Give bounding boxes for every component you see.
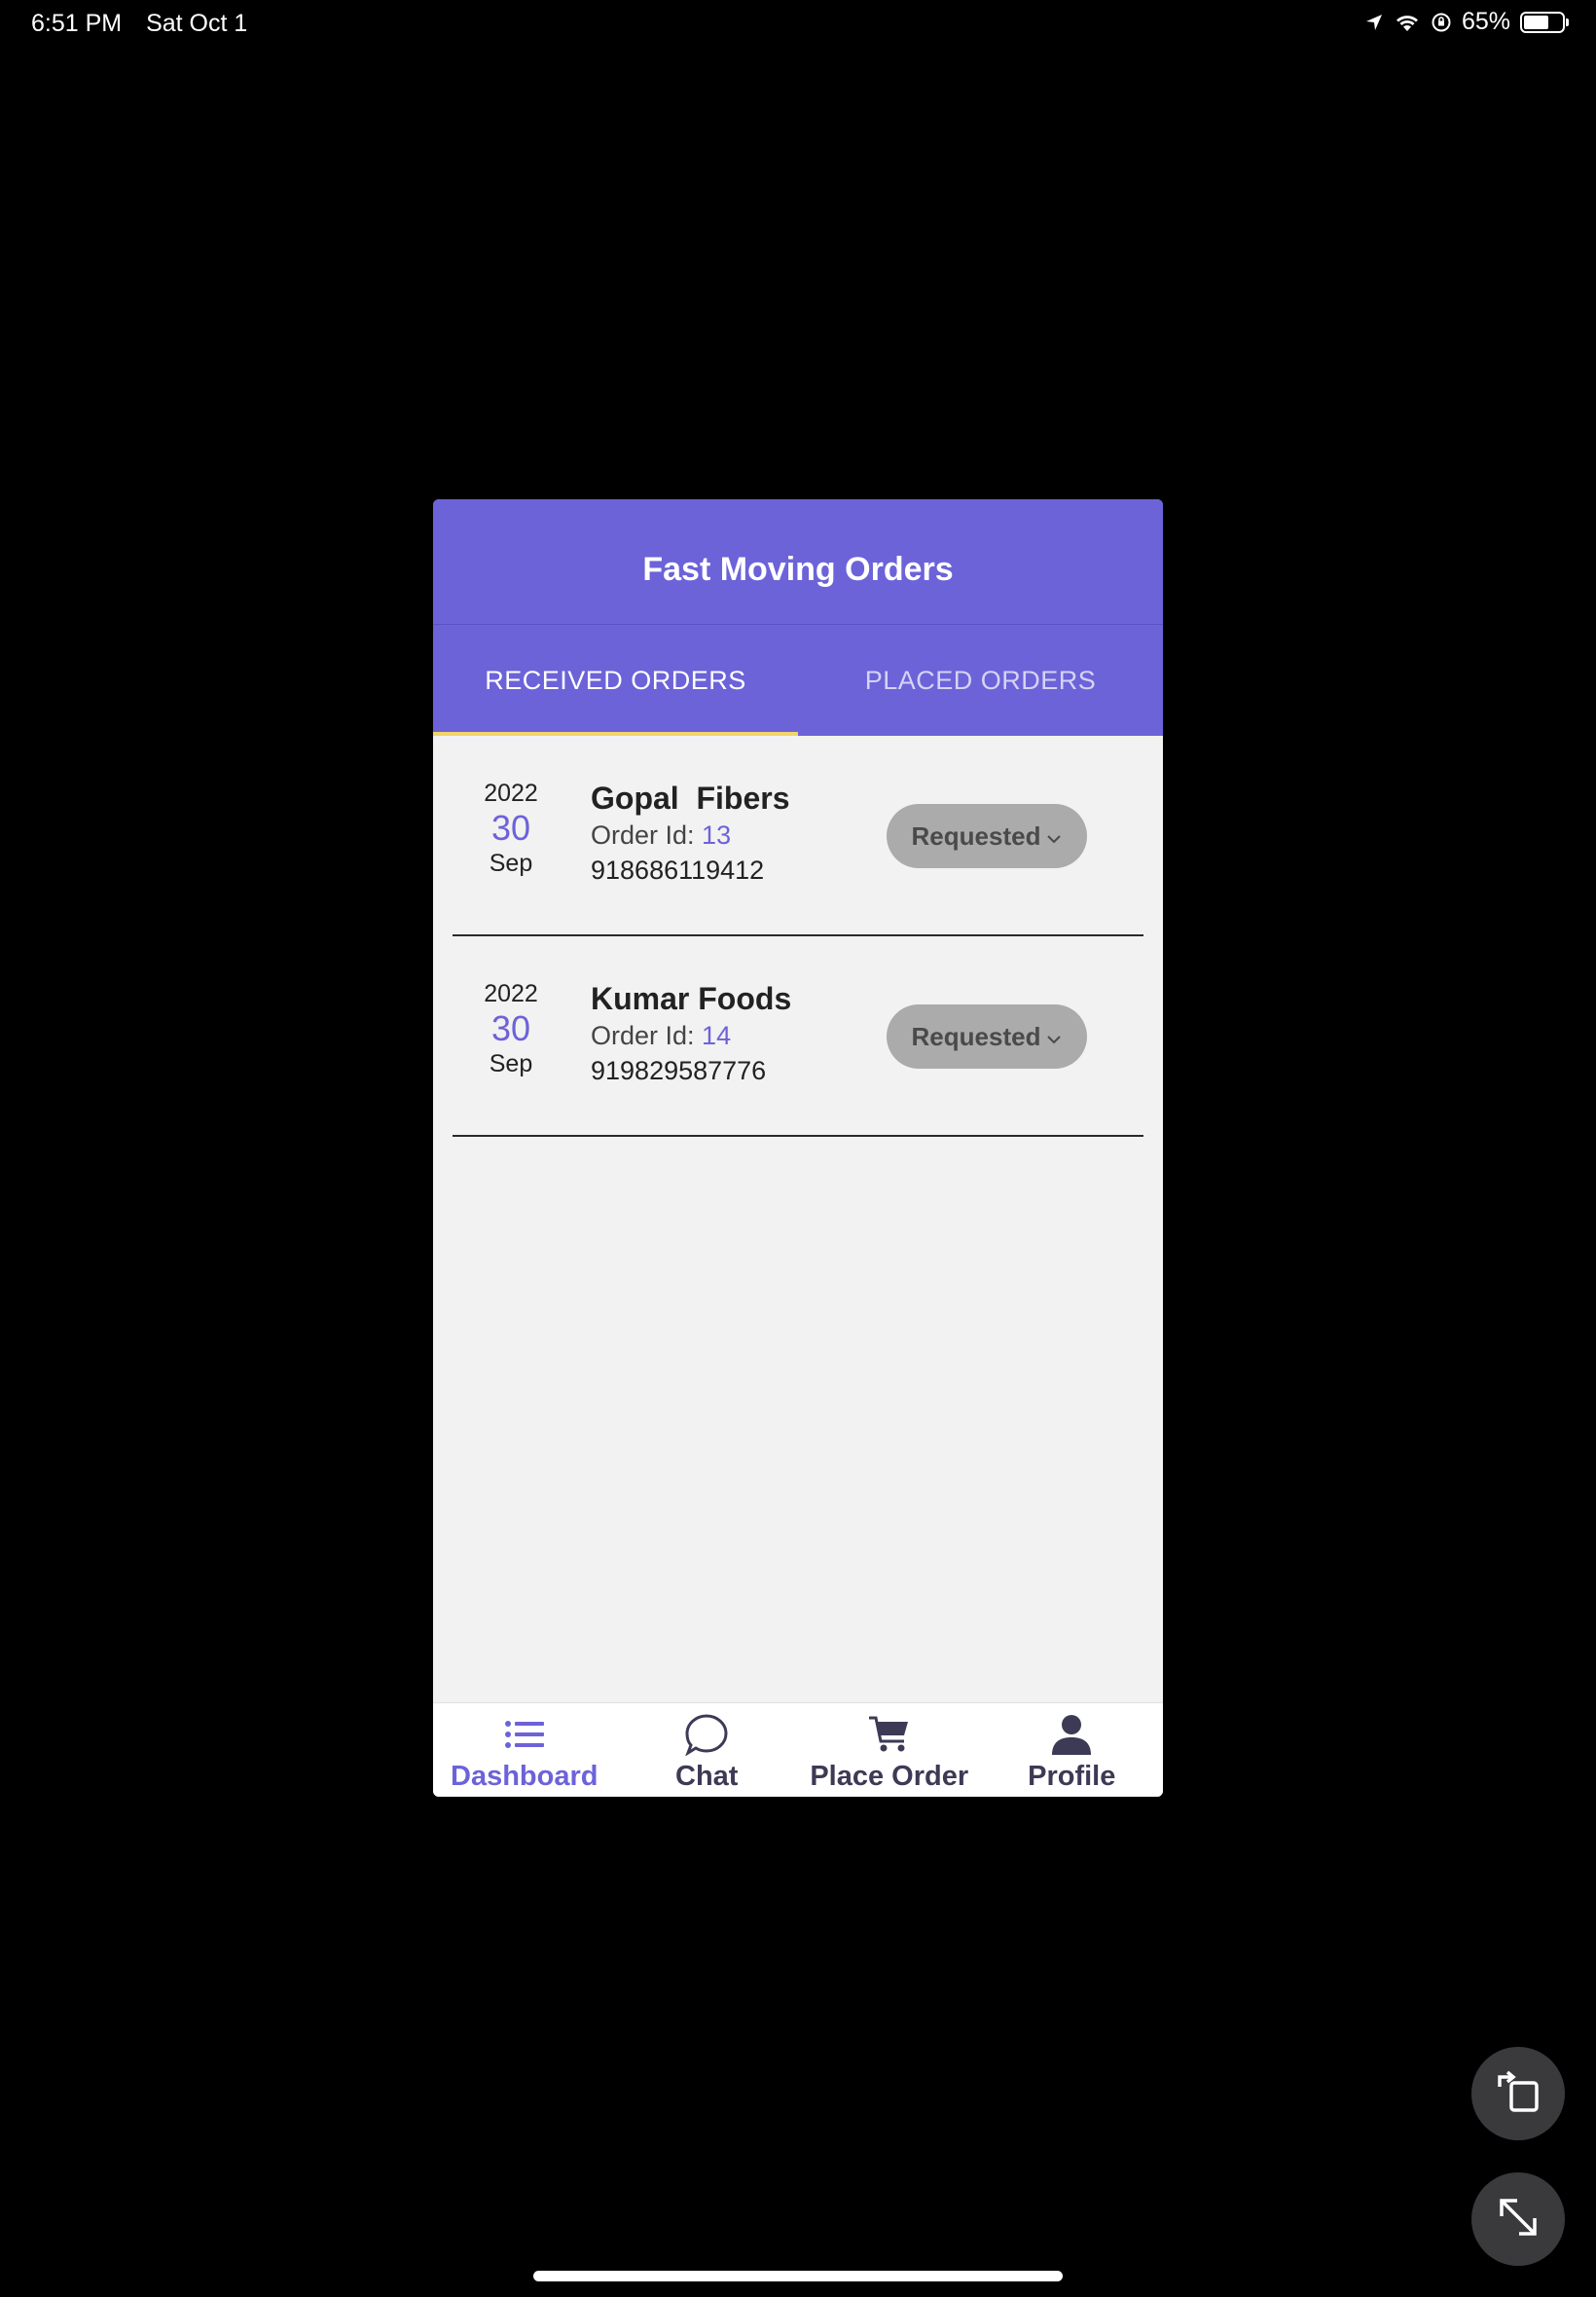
battery-fill bbox=[1524, 15, 1548, 29]
bottom-nav: Dashboard Chat Place Order Profile bbox=[433, 1702, 1163, 1797]
nav-label: Dashboard bbox=[451, 1761, 598, 1792]
location-arrow-icon bbox=[1364, 13, 1384, 32]
wifi-icon bbox=[1394, 12, 1421, 33]
order-id-label: Order Id: bbox=[591, 1021, 703, 1050]
order-id-number: 13 bbox=[702, 820, 732, 850]
expand-button[interactable] bbox=[1471, 2172, 1565, 2266]
nav-label: Chat bbox=[675, 1761, 739, 1792]
status-dropdown[interactable]: Requested bbox=[887, 1004, 1087, 1069]
rotate-icon bbox=[1492, 2065, 1544, 2123]
phone-number: 918686119412 bbox=[591, 856, 765, 885]
battery-icon bbox=[1520, 11, 1569, 33]
order-date: 2022 30 Sep bbox=[462, 779, 560, 878]
status-dropdown[interactable]: Requested bbox=[887, 804, 1087, 868]
battery-percent: 65% bbox=[1461, 8, 1510, 35]
order-id: Order Id: 13 bbox=[591, 818, 789, 853]
tab-placed-orders[interactable]: PLACED ORDERS bbox=[798, 625, 1163, 736]
order-day: 30 bbox=[490, 1008, 531, 1048]
tab-received-orders[interactable]: RECEIVED ORDERS bbox=[433, 625, 798, 736]
orientation-lock-icon bbox=[1431, 12, 1452, 33]
order-year: 2022 bbox=[484, 980, 538, 1007]
status-date: Sat Oct 1 bbox=[146, 10, 248, 37]
order-day: 30 bbox=[490, 808, 531, 848]
chevron-down-icon bbox=[1046, 821, 1062, 852]
order-list: 2022 30 Sep Gopal Fibers Order Id: 13 91… bbox=[433, 736, 1163, 1137]
status-label: Requested bbox=[911, 1021, 1041, 1051]
ipad-screen: 6:51 PM Sat Oct 1 65% Fast Moving Orders… bbox=[0, 0, 1596, 2297]
order-info: Kumar Foods Order Id: 14 919829587776 bbox=[591, 979, 791, 1088]
app-window: Fast Moving Orders RECEIVED ORDERS PLACE… bbox=[433, 499, 1163, 1797]
expand-icon bbox=[1492, 2191, 1544, 2248]
cart-icon bbox=[867, 1711, 912, 1758]
order-row[interactable]: 2022 30 Sep Gopal Fibers Order Id: 13 91… bbox=[453, 736, 1143, 936]
nav-place-order[interactable]: Place Order bbox=[798, 1703, 981, 1797]
company-name: Kumar Foods bbox=[591, 981, 792, 1016]
order-month: Sep bbox=[489, 850, 533, 877]
home-indicator[interactable] bbox=[533, 2271, 1063, 2281]
status-bar: 6:51 PM Sat Oct 1 65% bbox=[0, 8, 1596, 47]
nav-profile[interactable]: Profile bbox=[981, 1703, 1164, 1797]
list-icon bbox=[503, 1711, 546, 1758]
nav-dashboard[interactable]: Dashboard bbox=[433, 1703, 616, 1797]
status-label: Requested bbox=[911, 820, 1041, 851]
chevron-down-icon bbox=[1046, 1022, 1062, 1052]
nav-label: Place Order bbox=[810, 1761, 969, 1792]
status-right: 65% bbox=[1364, 8, 1569, 36]
company-name: Gopal Fibers bbox=[591, 781, 790, 816]
rotate-button[interactable] bbox=[1471, 2047, 1565, 2140]
order-id-label: Order Id: bbox=[591, 820, 703, 850]
app-header: Fast Moving Orders bbox=[433, 499, 1163, 625]
person-icon bbox=[1050, 1711, 1093, 1758]
order-tabs: RECEIVED ORDERS PLACED ORDERS bbox=[433, 625, 1163, 736]
order-info: Gopal Fibers Order Id: 13 918686119412 bbox=[591, 779, 789, 888]
order-month: Sep bbox=[489, 1050, 533, 1077]
status-left: 6:51 PM Sat Oct 1 bbox=[31, 10, 265, 38]
nav-chat[interactable]: Chat bbox=[616, 1703, 799, 1797]
order-year: 2022 bbox=[484, 780, 538, 807]
order-date: 2022 30 Sep bbox=[462, 979, 560, 1078]
page-title: Fast Moving Orders bbox=[642, 550, 954, 588]
order-id: Order Id: 14 bbox=[591, 1018, 791, 1053]
order-row[interactable]: 2022 30 Sep Kumar Foods Order Id: 14 919… bbox=[453, 936, 1143, 1137]
chat-bubble-icon bbox=[684, 1711, 729, 1758]
status-time: 6:51 PM bbox=[31, 10, 123, 37]
order-id-number: 14 bbox=[702, 1021, 732, 1050]
phone-number: 919829587776 bbox=[591, 1056, 767, 1085]
nav-label: Profile bbox=[1028, 1761, 1116, 1792]
